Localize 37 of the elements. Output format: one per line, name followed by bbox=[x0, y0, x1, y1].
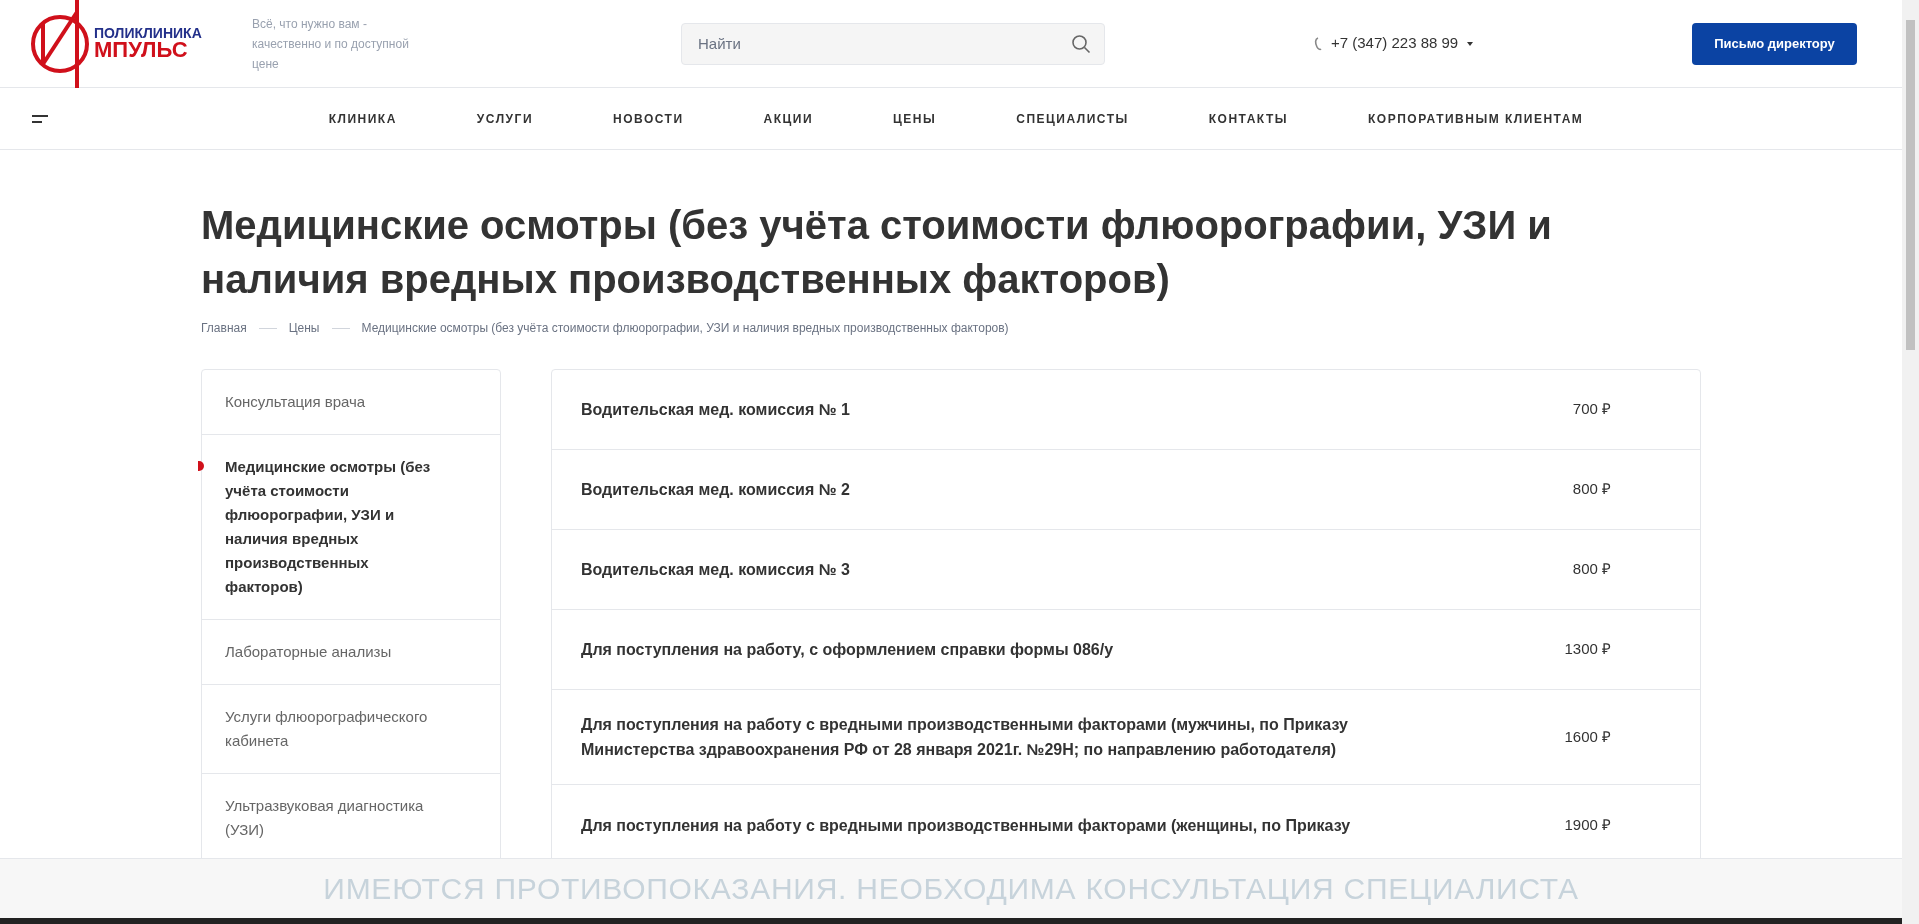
breadcrumb-link[interactable]: Цены bbox=[288, 319, 320, 337]
tagline: Всё, что нужно вам - качественно и по доступной цене bbox=[252, 15, 410, 73]
scrollbar[interactable] bbox=[1902, 0, 1919, 924]
service-name: Для поступления на работу с вредными производственными факторами (мужчины, по Приказу Министерства здравоохранения РФ от 28 января 2021г. №29Н; по направлению работодателя) bbox=[581, 715, 1349, 760]
breadcrumb-link[interactable]: Главная bbox=[201, 319, 247, 337]
service-name: Для поступления на работу с вредными производственными факторами (женщины, по Приказу bbox=[581, 815, 1352, 836]
price: 800 ₽ bbox=[1572, 559, 1611, 580]
logo-icon bbox=[30, 0, 90, 88]
service-name: Для поступления на работу, с оформлением справки формы 086/у bbox=[581, 640, 1115, 660]
nav-link[interactable]: АКЦИИ bbox=[763, 109, 814, 128]
caret-icon[interactable] bbox=[1466, 40, 1475, 47]
nav-link[interactable]: ЦЕНЫ bbox=[893, 109, 937, 128]
nav-link[interactable]: КОНТАКТЫ bbox=[1208, 109, 1288, 128]
service-name: Водительская мед. комиссия № 1 bbox=[581, 400, 851, 420]
sidebar-item[interactable]: Лабораторные анализы bbox=[202, 620, 500, 685]
logo-text: ПОЛИКЛИНИКА bbox=[94, 26, 202, 40]
price: 800 ₽ bbox=[1572, 479, 1611, 500]
price: 1300 ₽ bbox=[1564, 639, 1611, 660]
page-title: Медицинские осмотры (без учёта стоимости флюорографии, УЗИ и наличия вредных производственных факторов) bbox=[201, 202, 1553, 303]
phone-number[interactable]: +7 (347) 223 88 99 bbox=[1331, 32, 1459, 55]
service-name: Водительская мед. комиссия № 3 bbox=[581, 560, 851, 580]
price: 700 ₽ bbox=[1572, 399, 1611, 420]
letter-to-director-button[interactable]: Письмо директору bbox=[1692, 22, 1857, 65]
nav-link[interactable]: КЛИНИКА bbox=[328, 109, 397, 128]
search-field[interactable]: Найти bbox=[681, 22, 1105, 65]
search-icon[interactable] bbox=[1071, 33, 1091, 54]
nav-link[interactable]: КОРПОРАТИВНЫМ КЛИЕНТАМ bbox=[1368, 109, 1584, 128]
price: 1900 ₽ bbox=[1564, 814, 1611, 835]
sidebar-item[interactable]: Услуги флюорографического кабинета bbox=[202, 685, 500, 774]
logo-text: МПУЛЬС bbox=[94, 39, 188, 61]
nav-link[interactable]: УСЛУГИ bbox=[476, 109, 533, 128]
service-name: Водительская мед. комиссия № 2 bbox=[581, 480, 851, 500]
nav-link[interactable]: СПЕЦИАЛИСТЫ bbox=[1016, 109, 1129, 128]
nav-link[interactable]: НОВОСТИ bbox=[613, 109, 684, 128]
price: 1600 ₽ bbox=[1564, 726, 1611, 747]
menu-icon[interactable] bbox=[32, 115, 48, 123]
sidebar-item[interactable]: Консультация врача bbox=[202, 370, 500, 435]
